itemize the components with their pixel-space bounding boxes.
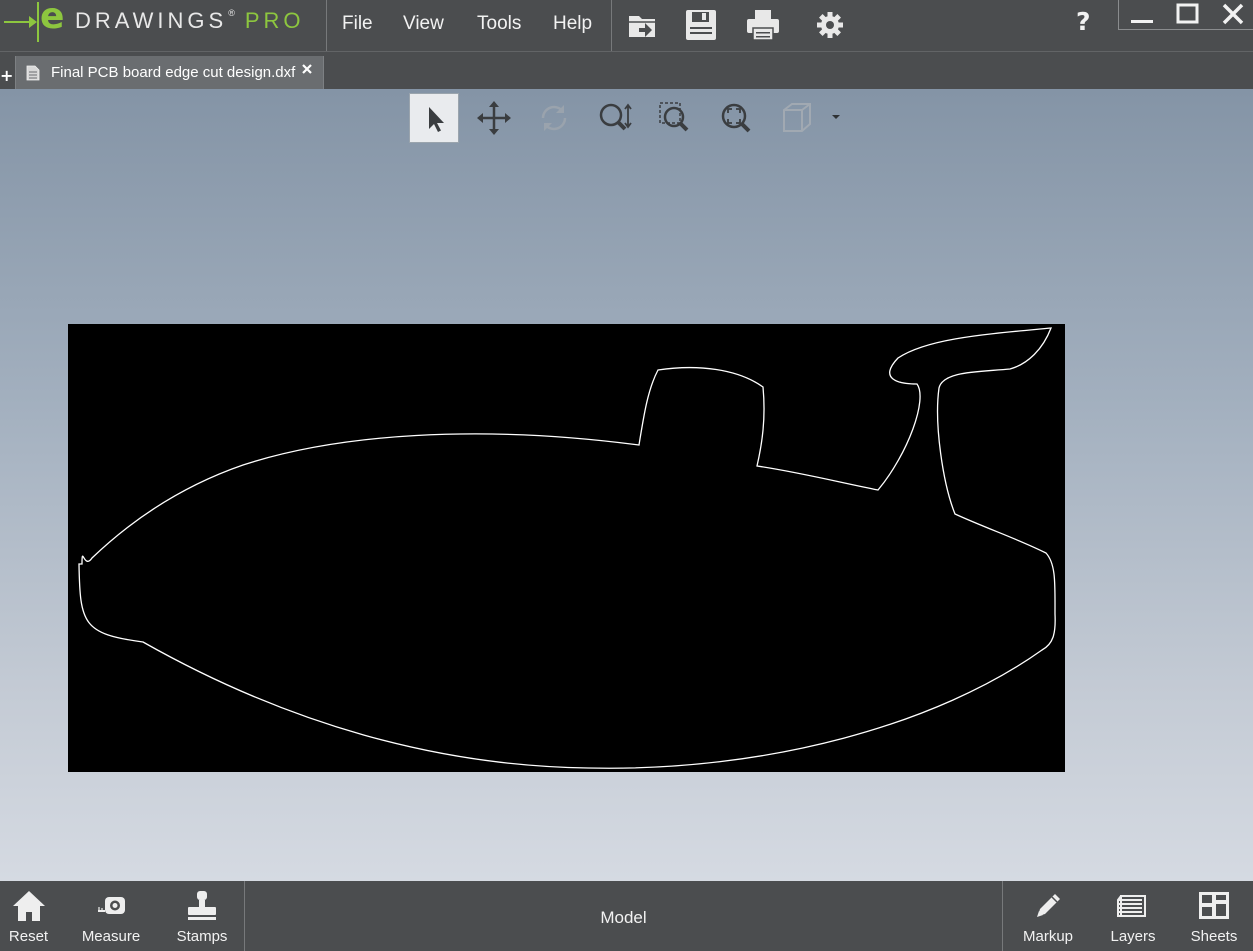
layers-icon — [1117, 895, 1146, 917]
menu-help[interactable]: Help — [553, 13, 592, 35]
logo-bar — [37, 2, 39, 42]
open-icon[interactable] — [625, 8, 661, 42]
stamps-label: Stamps — [176, 928, 228, 945]
divider — [611, 0, 612, 51]
logo-name: DRAWINGS® PRO — [75, 8, 305, 34]
viewport[interactable] — [0, 89, 1253, 881]
home-icon — [13, 891, 45, 921]
logo-name-text: DRAWINGS — [75, 8, 228, 33]
model-label: Model — [600, 908, 647, 927]
view-toolbar — [409, 93, 849, 145]
layers-button[interactable]: Layers — [1104, 881, 1162, 951]
title-bar: e DRAWINGS® PRO File View Tools Help ? — [0, 0, 1253, 51]
new-tab-button[interactable]: + — [0, 66, 13, 85]
reset-label: Reset — [8, 928, 49, 945]
settings-icon[interactable] — [812, 8, 848, 42]
measure-label: Measure — [81, 928, 141, 945]
tab-bar: + Final PCB board edge cut design.dxf — [0, 51, 1253, 89]
tab-active-document[interactable]: Final PCB board edge cut design.dxf — [15, 56, 324, 89]
divider — [1118, 29, 1253, 30]
divider — [1002, 881, 1003, 951]
markup-label: Markup — [1022, 928, 1074, 945]
view-orientation-dropdown-icon[interactable] — [831, 113, 841, 121]
model-tab[interactable]: Model — [245, 881, 1002, 951]
logo-reg: ® — [228, 8, 235, 18]
close-icon[interactable] — [1219, 2, 1247, 28]
menu-file[interactable]: File — [342, 13, 373, 35]
layers-label: Layers — [1110, 928, 1156, 945]
maximize-icon[interactable] — [1174, 2, 1202, 28]
bottom-toolbar: Reset Measure Stamps Model Markup Layers… — [0, 881, 1253, 951]
app-logo: e DRAWINGS® PRO — [0, 0, 325, 51]
view-orientation-icon[interactable] — [773, 93, 823, 143]
tab-close-icon[interactable] — [299, 61, 315, 77]
sheets-button[interactable]: Sheets — [1186, 881, 1242, 951]
sheets-label: Sheets — [1190, 928, 1238, 945]
menu-tools[interactable]: Tools — [477, 13, 521, 35]
rotate-icon[interactable] — [529, 93, 579, 143]
print-icon[interactable] — [745, 8, 781, 42]
save-icon[interactable] — [683, 8, 719, 42]
zoom-to-area-icon[interactable] — [650, 93, 700, 143]
select-icon — [429, 107, 444, 132]
document-icon — [26, 65, 40, 81]
help-icon[interactable]: ? — [1076, 7, 1091, 36]
logo-e: e — [40, 0, 65, 37]
minimize-icon[interactable] — [1128, 2, 1156, 28]
drawing-sheet[interactable] — [68, 324, 1065, 772]
stamps-button[interactable]: Stamps — [170, 881, 234, 951]
logo-arrow-head — [29, 16, 37, 28]
pencil-icon — [1037, 894, 1060, 917]
menu-view[interactable]: View — [403, 13, 444, 35]
divider — [1118, 0, 1119, 30]
drawing-background — [68, 324, 1065, 772]
stamp-icon — [188, 891, 216, 920]
select-tool-button[interactable] — [409, 93, 459, 143]
zoom-to-fit-icon[interactable] — [711, 93, 761, 143]
logo-pro: PRO — [244, 8, 305, 33]
tape-measure-icon — [98, 897, 125, 914]
sheets-icon — [1199, 892, 1229, 919]
reset-button[interactable]: Reset — [0, 881, 57, 951]
pan-icon[interactable] — [469, 93, 519, 143]
markup-button[interactable]: Markup — [1016, 881, 1080, 951]
measure-button[interactable]: Measure — [74, 881, 148, 951]
tab-title: Final PCB board edge cut design.dxf — [51, 64, 296, 81]
divider — [326, 0, 327, 51]
zoom-icon[interactable] — [590, 93, 640, 143]
